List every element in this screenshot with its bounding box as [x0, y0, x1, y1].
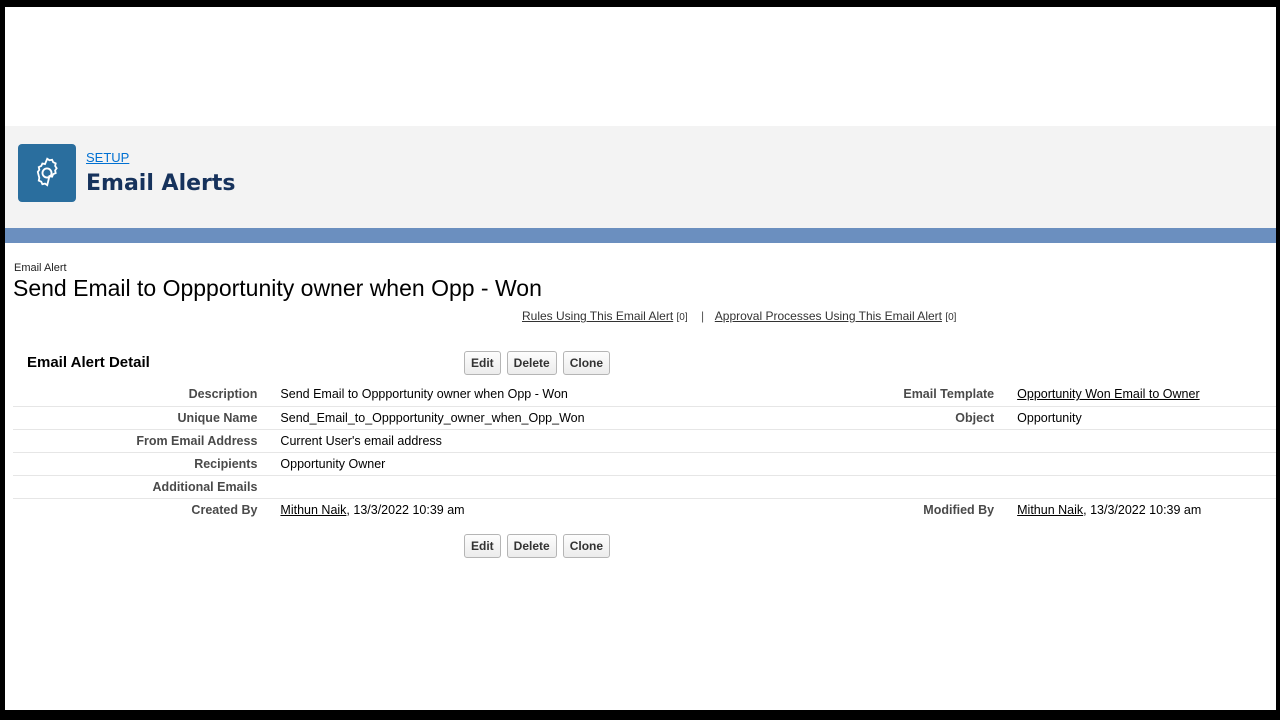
additional-emails-value [280, 475, 872, 499]
detail-row: Created By Mithun Naik, 13/3/2022 10:39 … [13, 498, 1276, 521]
decorative-banner [5, 228, 1276, 243]
description-value: Send Email to Oppportunity owner when Op… [280, 383, 872, 407]
empty-cell [1017, 452, 1276, 476]
record-type-label: Email Alert [14, 262, 67, 274]
empty-cell [871, 452, 1018, 476]
clone-button[interactable]: Clone [562, 351, 611, 375]
edit-button[interactable]: Edit [464, 534, 501, 558]
record-name-heading: Send Email to Oppportunity owner when Op… [13, 275, 542, 301]
rules-count: [0] [676, 312, 688, 323]
modified-by-date: , 13/3/2022 10:39 am [1083, 502, 1202, 517]
object-value: Opportunity [1017, 406, 1276, 430]
approval-processes-link[interactable]: Approval Processes Using This Email Aler… [715, 309, 942, 323]
from-email-value: Current User's email address [280, 429, 872, 453]
empty-cell [871, 429, 1018, 453]
top-button-row: Edit Delete Clone [464, 351, 611, 375]
detail-row: Recipients Opportunity Owner [13, 452, 1276, 476]
created-by-label: Created By [191, 502, 258, 517]
rules-using-alert-link[interactable]: Rules Using This Email Alert [522, 309, 673, 323]
detail-row: Unique Name Send_Email_to_Oppportunity_o… [13, 406, 1276, 430]
bottom-button-row: Edit Delete Clone [464, 534, 611, 558]
unique-name-value: Send_Email_to_Oppportunity_owner_when_Op… [280, 406, 872, 430]
empty-cell [871, 475, 1018, 499]
empty-cell [1017, 429, 1276, 453]
section-title: Email Alert Detail [27, 354, 150, 371]
delete-button[interactable]: Delete [506, 534, 557, 558]
delete-button[interactable]: Delete [506, 351, 557, 375]
edit-button[interactable]: Edit [464, 351, 501, 375]
email-template-cell: Opportunity Won Email to Owner [1017, 383, 1276, 407]
detail-row: Description Send Email to Oppportunity o… [13, 383, 1276, 407]
empty-cell [1017, 475, 1276, 499]
page-title: Email Alerts [86, 171, 236, 196]
from-email-label: From Email Address [13, 429, 281, 453]
modified-by-value: Mithun Naik, 13/3/2022 10:39 am [1017, 498, 1276, 521]
approval-count: [0] [945, 312, 957, 323]
description-label: Description [13, 383, 281, 407]
gear-icon [36, 157, 58, 187]
setup-header: SETUP Email Alerts [5, 126, 1276, 228]
created-by-date: , 13/3/2022 10:39 am [346, 502, 465, 517]
page-frame: SETUP Email Alerts Email Alert Send Emai… [5, 7, 1276, 710]
created-by-value: Mithun Naik, 13/3/2022 10:39 am [280, 498, 871, 521]
object-label: Object [871, 406, 1018, 430]
unique-name-label: Unique Name [13, 406, 281, 430]
breadcrumb-setup-link[interactable]: SETUP [86, 150, 129, 165]
recipients-value: Opportunity Owner [280, 452, 872, 476]
modified-by-user-link[interactable]: Mithun Naik [1017, 503, 1083, 517]
modified-by-label: Modified By [923, 502, 995, 517]
related-list-links: Rules Using This Email Alert [0] | Appro… [522, 309, 956, 323]
additional-emails-label: Additional Emails [13, 475, 281, 499]
setup-icon-tile [18, 144, 76, 202]
link-separator: | [700, 309, 705, 323]
recipients-label: Recipients [13, 452, 281, 476]
email-template-label: Email Template [871, 383, 1018, 407]
email-template-link[interactable]: Opportunity Won Email to Owner [1017, 387, 1199, 401]
detail-row: Additional Emails [13, 475, 1276, 499]
created-by-user-link[interactable]: Mithun Naik [280, 503, 346, 517]
detail-table: Description Send Email to Oppportunity o… [13, 383, 1276, 521]
detail-row: From Email Address Current User's email … [13, 429, 1276, 453]
clone-button[interactable]: Clone [562, 534, 611, 558]
